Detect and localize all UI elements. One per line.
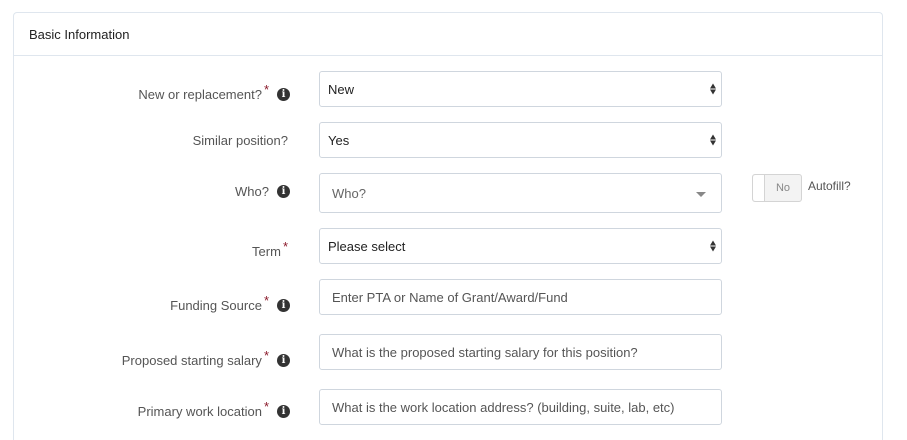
work-location-label: Primary work location * i — [137, 399, 290, 419]
required-marker: * — [263, 399, 269, 414]
starting-salary-input[interactable]: What is the proposed starting salary for… — [319, 334, 722, 370]
toggle-state-label: No — [775, 182, 791, 194]
label-text: Proposed starting salary — [121, 353, 262, 368]
term-select[interactable]: Please select — [319, 228, 722, 264]
required-marker: * — [263, 348, 269, 363]
label-text: Who? — [235, 184, 269, 199]
input-placeholder: What is the work location address? (buil… — [332, 399, 675, 415]
autofill-label: Autofill? — [808, 179, 851, 193]
similar-position-label: Similar position? — [193, 133, 288, 148]
input-placeholder: Enter PTA or Name of Grant/Award/Fund — [332, 289, 568, 305]
info-icon[interactable]: i — [277, 88, 290, 101]
select-value: Yes — [328, 132, 350, 148]
starting-salary-label: Proposed starting salary * i — [121, 348, 290, 368]
basic-information-panel: Basic Information New or replacement? * … — [13, 12, 883, 440]
who-dropdown[interactable]: Who? — [319, 173, 722, 213]
label-text: Term — [252, 244, 281, 259]
label-text: Primary work location — [137, 404, 262, 419]
funding-source-label: Funding Source * i — [170, 293, 290, 313]
term-label: Term * — [252, 239, 288, 259]
who-label: Who? i — [235, 184, 290, 199]
panel-title: Basic Information — [14, 13, 882, 56]
select-value: Please select — [328, 238, 406, 254]
info-icon[interactable]: i — [277, 299, 290, 312]
input-placeholder: What is the proposed starting salary for… — [332, 344, 638, 360]
label-text: Funding Source — [170, 298, 262, 313]
autofill-toggle[interactable]: No — [752, 174, 802, 202]
info-icon[interactable]: i — [277, 354, 290, 367]
work-location-input[interactable]: What is the work location address? (buil… — [319, 389, 722, 425]
label-text: New or replacement? — [138, 87, 262, 102]
info-icon[interactable]: i — [277, 185, 290, 198]
select-value: New — [328, 81, 355, 97]
select-arrows-icon — [710, 240, 716, 252]
label-text: Similar position? — [192, 133, 288, 148]
required-marker: * — [282, 239, 288, 254]
new-or-replacement-select[interactable]: New — [319, 71, 722, 107]
select-arrows-icon — [710, 134, 716, 146]
new-or-replacement-label: New or replacement? * i — [138, 82, 290, 102]
funding-source-input[interactable]: Enter PTA or Name of Grant/Award/Fund — [319, 279, 722, 315]
similar-position-select[interactable]: Yes — [319, 122, 722, 158]
toggle-knob — [753, 175, 765, 201]
info-icon[interactable]: i — [277, 405, 290, 418]
select-arrows-icon — [710, 83, 716, 95]
dropdown-placeholder: Who? — [332, 185, 366, 201]
required-marker: * — [263, 293, 269, 308]
chevron-down-icon — [696, 192, 706, 197]
required-marker: * — [263, 82, 269, 97]
